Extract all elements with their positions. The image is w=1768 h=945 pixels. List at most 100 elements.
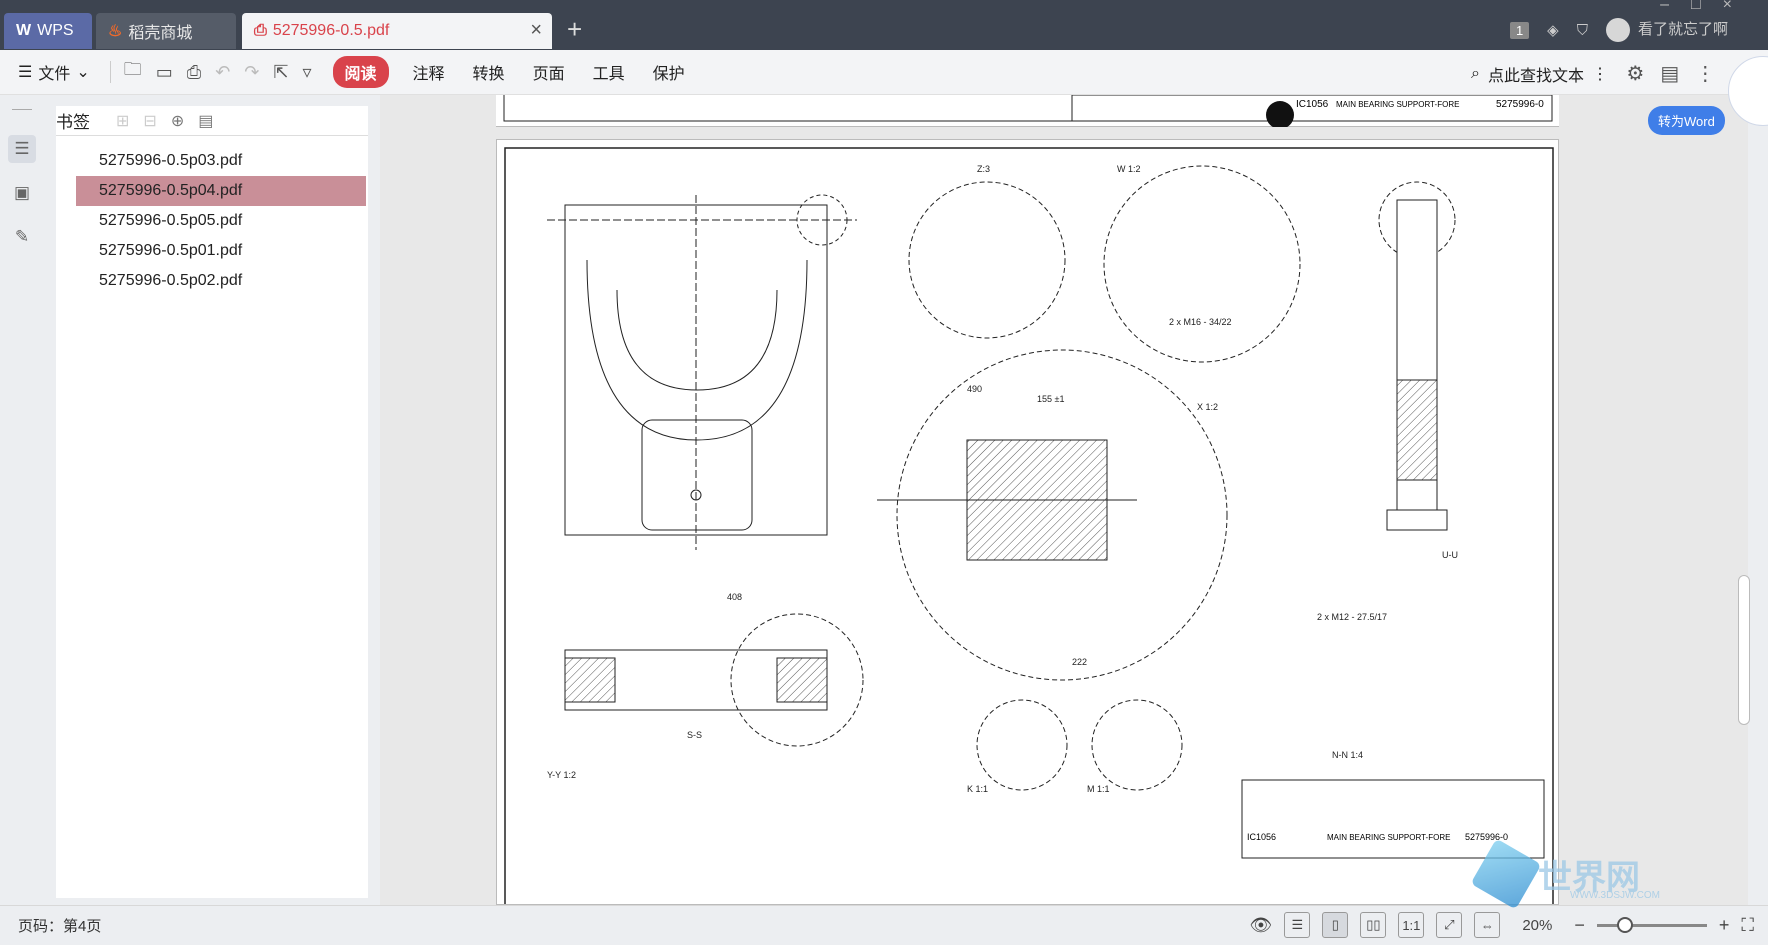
search-icon: ⌕: [1471, 65, 1480, 82]
dim-m16: 2 x M16 - 34/22: [1169, 317, 1232, 327]
tab-convert[interactable]: 转换: [459, 60, 519, 84]
close-tab-icon[interactable]: ×: [530, 19, 542, 42]
label-m: M 1:1: [1087, 784, 1110, 794]
zoom-slider-knob[interactable]: [1616, 916, 1633, 933]
bookmark-options-icon[interactable]: ▤: [198, 111, 213, 131]
double-page-view-button[interactable]: ▯▯: [1360, 912, 1387, 938]
document-viewport[interactable]: MAIN BEARING SUPPORT-FORE 5275996-0 IC10…: [380, 92, 1748, 905]
shirt-icon[interactable]: ⛉: [1577, 22, 1588, 39]
bookmark-item[interactable]: 5275996-0.5p05.pdf: [76, 206, 366, 236]
more-icon[interactable]: ⋮: [1695, 61, 1715, 86]
more-vertical-icon[interactable]: ⋮: [1592, 64, 1608, 84]
label-s-s: S-S: [687, 730, 702, 740]
user-account[interactable]: 看了就忘了啊: [1605, 18, 1728, 43]
side-view: [1386, 199, 1448, 531]
status-bar: 页码：第4页 👁 ☰ ▯ ▯▯ 1:1 ⤢ ⇔ 20% − + ⛶: [0, 905, 1768, 945]
site-watermark: 世界网 WWW.3DSJW.COM: [1470, 838, 1660, 910]
center-detail: [877, 439, 1137, 561]
vertical-scrollbar[interactable]: [1738, 575, 1750, 725]
label-n-n: N-N 1:4: [1332, 750, 1363, 760]
page-indicator[interactable]: 页码：第4页: [0, 915, 101, 936]
print-icon[interactable]: ⎙: [180, 62, 208, 83]
label-x: X 1:2: [1197, 402, 1218, 412]
tab-read[interactable]: 阅读: [332, 56, 389, 88]
tab-page[interactable]: 页面: [519, 60, 579, 84]
add-bookmark-icon[interactable]: ⊕: [171, 111, 184, 131]
single-page-view-button[interactable]: ▯: [1322, 912, 1349, 938]
search-input[interactable]: 点此查找文本: [1488, 62, 1584, 86]
chevron-down-icon: ⌄: [76, 64, 90, 81]
continuous-view-button[interactable]: ☰: [1284, 912, 1311, 938]
title-block-name: MAIN BEARING SUPPORT-FORE: [1327, 833, 1450, 842]
previous-page-bottom: MAIN BEARING SUPPORT-FORE 5275996-0 IC10…: [496, 92, 1559, 129]
flame-icon: ♨: [108, 23, 123, 40]
customize-dropdown-icon[interactable]: ▿: [295, 62, 318, 83]
save-icon[interactable]: ▭: [149, 62, 180, 83]
dim-155: 155 ±1: [1037, 394, 1064, 404]
label-y-y: Y-Y 1:2: [547, 770, 576, 780]
zoom-slider[interactable]: [1596, 916, 1707, 933]
bookmark-item[interactable]: 5275996-0.5p03.pdf: [76, 146, 366, 176]
dim-m12: 2 x M12 - 27.5/17: [1317, 612, 1387, 622]
window-controls[interactable]: –□×: [1660, 0, 1754, 14]
convert-to-word-button[interactable]: 转为Word: [1648, 106, 1725, 135]
skin-icon[interactable]: ◈: [1547, 21, 1559, 39]
pdf-icon: ⎙: [254, 22, 267, 39]
titlebar-right: 1 ◈ ⛉ 看了就忘了啊: [1509, 18, 1728, 43]
tab-label: WPS: [37, 22, 74, 39]
gear-icon[interactable]: ⚙: [1626, 61, 1644, 86]
bookmarks-panel-icon[interactable]: ☰: [8, 135, 36, 163]
zoom-level[interactable]: 20%: [1512, 917, 1562, 934]
tab-daoke-store[interactable]: ♨ 稻壳商城: [96, 13, 236, 49]
comment-icon[interactable]: ▤: [1660, 61, 1679, 86]
tab-protect[interactable]: 保护: [639, 60, 699, 84]
cube-logo-icon: [1470, 838, 1542, 910]
hamburger-icon: ☰: [18, 64, 33, 81]
bookmark-item-selected[interactable]: 5275996-0.5p04.pdf: [76, 176, 366, 206]
tab-pdf-document[interactable]: ⎙ 5275996-0.5.pdf ×: [242, 13, 552, 49]
status-right: 👁 ☰ ▯ ▯▯ 1:1 ⤢ ⇔ 20% − + ⛶: [1250, 912, 1754, 938]
drawing-code: IC1056: [1296, 99, 1329, 110]
engineering-drawing: Z:3 W 1:2 X 1:2 U-U S-S N-N 1:4 Y-Y 1:2 …: [504, 147, 1554, 904]
zoom-out-icon[interactable]: −: [1574, 915, 1585, 936]
fit-width-button[interactable]: ⇔: [1474, 912, 1501, 938]
export-icon[interactable]: ⇱: [266, 62, 295, 83]
title-block-strip: MAIN BEARING SUPPORT-FORE 5275996-0 IC10…: [503, 92, 1553, 129]
new-tab-button[interactable]: +: [567, 14, 582, 45]
bookmark-list: 5275996-0.5p03.pdf 5275996-0.5p04.pdf 52…: [56, 136, 368, 296]
signature-icon[interactable]: ✎: [8, 223, 36, 251]
file-menu[interactable]: ☰ 文件 ⌄: [0, 60, 104, 84]
eye-icon[interactable]: 👁: [1250, 915, 1273, 936]
tab-tools[interactable]: 工具: [579, 60, 639, 84]
zoom-in-icon[interactable]: +: [1719, 915, 1730, 936]
title-block-code: IC1056: [1247, 832, 1276, 842]
fullscreen-icon[interactable]: ⛶: [1741, 915, 1754, 936]
bookmark-title: 书签: [56, 113, 90, 132]
logo-mark: [1266, 101, 1294, 129]
avatar: [1605, 18, 1630, 43]
expand-all-icon[interactable]: ⊞: [116, 111, 129, 131]
tab-annotate[interactable]: 注释: [399, 60, 459, 84]
thumbnails-icon[interactable]: ▣: [8, 179, 36, 207]
dim-222: 222: [1072, 657, 1087, 667]
left-rail: ☰ ▣ ✎: [0, 95, 44, 905]
window-count-badge[interactable]: 1: [1509, 21, 1530, 39]
front-view: [547, 194, 857, 550]
section-s-s: [564, 649, 828, 711]
label-z3: Z:3: [977, 164, 990, 174]
collapse-handle[interactable]: [12, 109, 32, 110]
bookmark-header: 书签 ⊞ ⊟ ⊕ ▤: [56, 106, 368, 136]
open-folder-icon[interactable]: 🗀: [117, 57, 149, 87]
redo-icon[interactable]: ↷: [237, 62, 266, 83]
pdf-page: Z:3 W 1:2 X 1:2 U-U S-S N-N 1:4 Y-Y 1:2 …: [496, 139, 1559, 905]
tab-wps[interactable]: W WPS: [4, 13, 92, 49]
undo-icon[interactable]: ↶: [208, 62, 237, 83]
search-box[interactable]: ⌕ 点此查找文本 ⋮: [1471, 62, 1608, 86]
title-block-name: MAIN BEARING SUPPORT-FORE: [1336, 100, 1459, 109]
fit-page-button[interactable]: ⤢: [1436, 912, 1463, 938]
bookmark-item[interactable]: 5275996-0.5p02.pdf: [76, 266, 366, 296]
actual-size-button[interactable]: 1:1: [1398, 912, 1425, 938]
collapse-all-icon[interactable]: ⊟: [143, 111, 156, 131]
bookmark-item[interactable]: 5275996-0.5p01.pdf: [76, 236, 366, 266]
user-name: 看了就忘了啊: [1637, 21, 1728, 38]
